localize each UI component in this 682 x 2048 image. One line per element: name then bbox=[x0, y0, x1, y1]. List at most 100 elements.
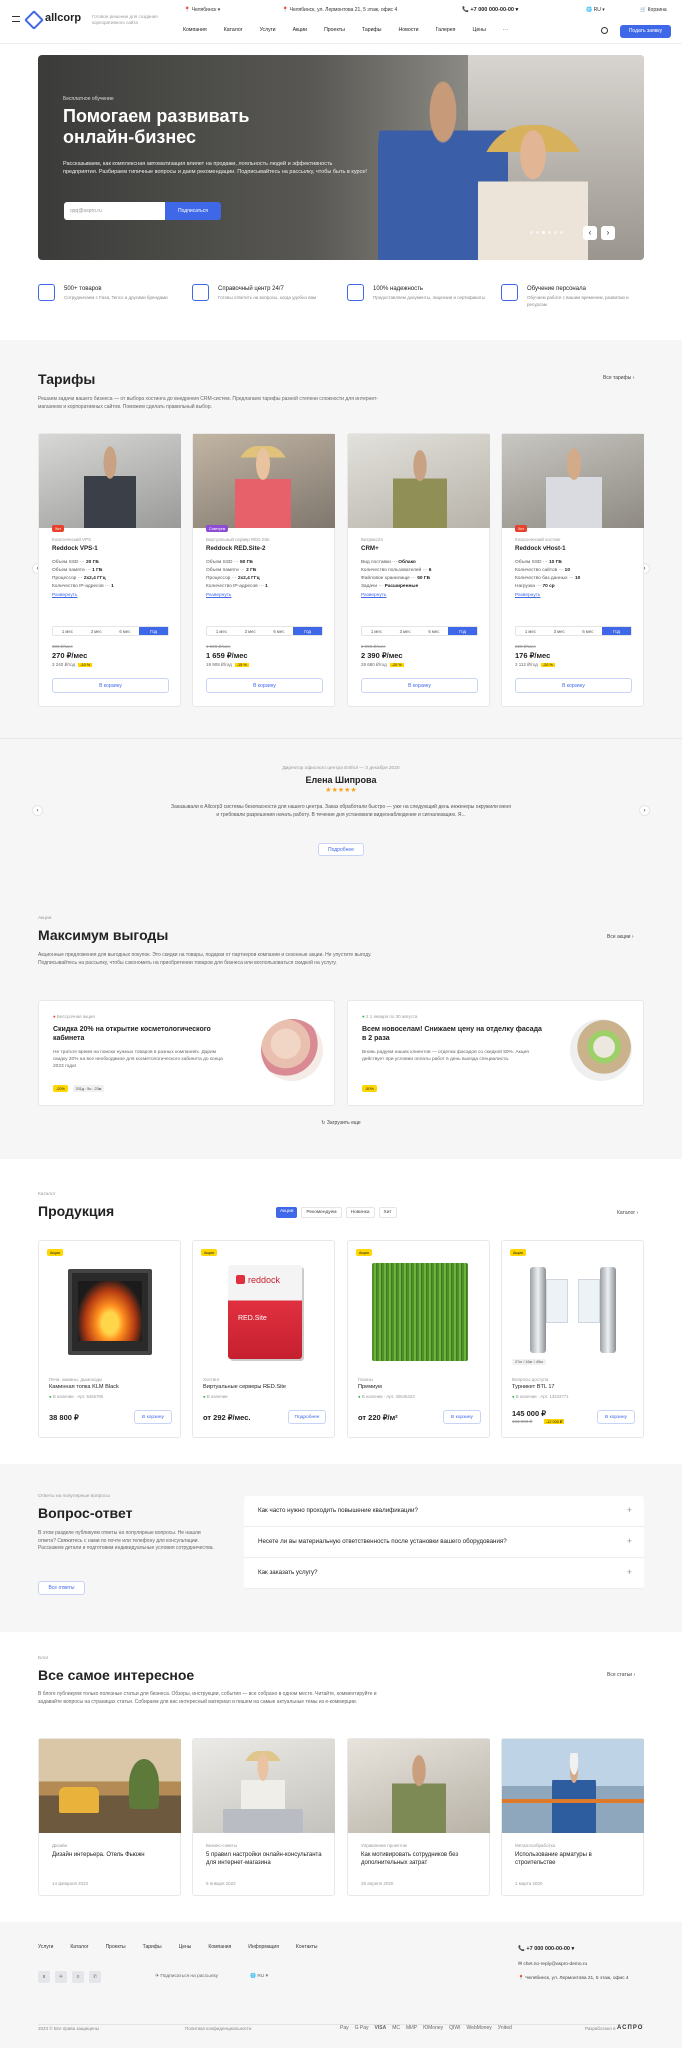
period-option[interactable]: 1 мес bbox=[516, 627, 545, 635]
period-option[interactable]: 6 мес bbox=[265, 627, 294, 635]
product-card[interactable]: Акция reddock RED.Site Хостинг Виртуальн… bbox=[192, 1240, 335, 1438]
expand-link[interactable]: Развернуть bbox=[52, 593, 77, 598]
nav-item[interactable]: Цены bbox=[473, 27, 486, 37]
add-to-cart-button[interactable]: В корзину bbox=[361, 678, 478, 693]
request-button[interactable]: Подать заявку bbox=[620, 25, 671, 38]
promo-card[interactable]: ● Бессрочная акция Скидка 20% на открыти… bbox=[38, 1000, 335, 1106]
tariff-card[interactable]: Хит Классический VPS Reddock VPS-1 Объем… bbox=[38, 433, 181, 707]
period-option[interactable]: 1 мес bbox=[362, 627, 391, 635]
promo-title[interactable]: Всем новоселам! Снижаем цену на отделку … bbox=[362, 1025, 542, 1043]
promo-card[interactable]: ● 2 1 января по 30 августа Всем новосела… bbox=[347, 1000, 644, 1106]
tariff-name[interactable]: Reddock RED.Site-2 bbox=[206, 545, 265, 552]
logo[interactable]: allcorp bbox=[45, 12, 81, 24]
subscribe-button[interactable]: Подписаться bbox=[165, 202, 221, 220]
footer-phone[interactable]: 📞 +7 000 000-00-00 ▾ bbox=[518, 1946, 574, 1952]
add-to-cart-button[interactable]: В корзину bbox=[443, 1410, 481, 1424]
nav-item[interactable]: Проекты bbox=[324, 27, 345, 37]
all-tariffs-link[interactable]: Все тарифы › bbox=[603, 375, 634, 381]
blog-card[interactable]: Дизайн Дизайн интерьера. Отель Фьюжн 14 … bbox=[38, 1738, 181, 1896]
period-option[interactable]: 6 мес bbox=[574, 627, 603, 635]
product-card[interactable]: Акция Печи, камины, дымоходы Каминная то… bbox=[38, 1240, 181, 1438]
period-option-active[interactable]: Год bbox=[293, 627, 322, 635]
menu-icon[interactable] bbox=[12, 16, 20, 22]
whatsapp-icon[interactable]: ✆ bbox=[89, 1971, 101, 1983]
load-more-button[interactable]: ↻ Загрузить еще bbox=[0, 1120, 682, 1126]
add-to-cart-button[interactable]: В корзину bbox=[134, 1410, 172, 1424]
product-card[interactable]: Акция Газоны Премиум ● В наличии · Арт. … bbox=[347, 1240, 490, 1438]
faq-item[interactable]: Как заказать услугу? + bbox=[244, 1558, 644, 1589]
all-promos-link[interactable]: Все акции › bbox=[607, 934, 634, 940]
faq-item[interactable]: Несете ли вы материальную ответственност… bbox=[244, 1527, 644, 1558]
product-card[interactable]: Акция 27кг / 16кг / 49кг Вопросы доступа… bbox=[501, 1240, 644, 1438]
blog-card[interactable]: Управление проектом Как мотивировать сот… bbox=[347, 1738, 490, 1896]
slider-dot-active[interactable] bbox=[542, 231, 545, 234]
tab-hit[interactable]: Хит bbox=[378, 1207, 397, 1218]
period-option[interactable]: 6 мес bbox=[420, 627, 449, 635]
period-option[interactable]: 3 мес bbox=[236, 627, 265, 635]
slider-dot[interactable] bbox=[530, 231, 533, 234]
slider-dot[interactable] bbox=[554, 231, 557, 234]
period-option[interactable]: 6 мес bbox=[111, 627, 140, 635]
footer-link[interactable]: Тарифы bbox=[143, 1944, 162, 1950]
privacy-link[interactable]: Политика конфиденциальности bbox=[185, 2026, 251, 2031]
period-option-active[interactable]: Год bbox=[448, 627, 477, 635]
cart-link[interactable]: 🛒 Корзина bbox=[640, 7, 667, 13]
faq-item[interactable]: Как часто нужно проходить повышение квал… bbox=[244, 1496, 644, 1527]
tab-new[interactable]: Новинка bbox=[345, 1207, 375, 1218]
period-option-active[interactable]: Год bbox=[139, 627, 168, 635]
blog-title-link[interactable]: Дизайн интерьера. Отель Фьюжн bbox=[52, 1851, 170, 1859]
ok-icon[interactable]: о bbox=[72, 1971, 84, 1983]
search-icon[interactable] bbox=[601, 27, 608, 34]
footer-link[interactable]: Каталог bbox=[70, 1944, 88, 1950]
slider-dot[interactable] bbox=[536, 231, 539, 234]
catalog-link[interactable]: Каталог › bbox=[617, 1210, 638, 1216]
footer-link[interactable]: Информация bbox=[248, 1944, 279, 1950]
product-name[interactable]: Премиум bbox=[358, 1384, 382, 1390]
period-option[interactable]: 1 мес bbox=[207, 627, 236, 635]
nav-item[interactable]: Услуги bbox=[260, 27, 276, 37]
vk-icon[interactable]: в bbox=[38, 1971, 50, 1983]
review-more-button[interactable]: Подробнее bbox=[318, 843, 364, 856]
all-articles-link[interactable]: Все статьи › bbox=[607, 1672, 635, 1678]
expand-link[interactable]: Развернуть bbox=[515, 593, 540, 598]
nav-item[interactable]: Компания bbox=[183, 27, 207, 37]
expand-link[interactable]: Развернуть bbox=[206, 593, 231, 598]
footer-email[interactable]: ✉ chet.no-reply@aspro-demo.ru bbox=[518, 1962, 587, 1967]
period-option-active[interactable]: Год bbox=[602, 627, 631, 635]
add-to-cart-button[interactable]: В корзину bbox=[515, 678, 632, 693]
promo-title[interactable]: Скидка 20% на открытие косметологическог… bbox=[53, 1025, 228, 1043]
slider-dot[interactable] bbox=[560, 231, 563, 234]
period-option[interactable]: 3 мес bbox=[82, 627, 111, 635]
nav-item[interactable]: Новости bbox=[399, 27, 419, 37]
add-to-cart-button[interactable]: В корзину bbox=[597, 1410, 635, 1424]
tariff-card[interactable]: Хит Классический хостинг Reddock vHost-1… bbox=[501, 433, 644, 707]
footer-link[interactable]: Контакты bbox=[296, 1944, 318, 1950]
all-answers-button[interactable]: Все ответы bbox=[38, 1581, 85, 1595]
slider-dot[interactable] bbox=[548, 231, 551, 234]
hero-next-arrow[interactable]: › bbox=[601, 226, 615, 240]
add-to-cart-button[interactable]: В корзину bbox=[52, 678, 169, 693]
tariff-name[interactable]: Reddock vHost-1 bbox=[515, 545, 566, 552]
add-to-cart-button[interactable]: В корзину bbox=[206, 678, 323, 693]
footer-link[interactable]: Проекты bbox=[106, 1944, 126, 1950]
nav-item[interactable]: Каталог bbox=[224, 27, 243, 37]
email-input[interactable]: qqq@aspro.ru bbox=[64, 202, 166, 220]
telegram-icon[interactable]: ✈ bbox=[55, 1971, 67, 1983]
expand-link[interactable]: Развернуть bbox=[361, 593, 386, 598]
period-option[interactable]: 1 мес bbox=[53, 627, 82, 635]
language-selector[interactable]: 🌐 RU ▾ bbox=[586, 7, 605, 13]
hero-prev-arrow[interactable]: ‹ bbox=[583, 226, 597, 240]
details-button[interactable]: Подробнее bbox=[288, 1410, 326, 1424]
period-option[interactable]: 3 мес bbox=[391, 627, 420, 635]
phone[interactable]: 📞 +7 000 000-00-00 ▾ bbox=[462, 7, 518, 13]
nav-item[interactable]: Галерея bbox=[436, 27, 456, 37]
blog-title-link[interactable]: Как мотивировать сотрудников без дополни… bbox=[361, 1851, 479, 1867]
tariff-card[interactable]: Советуем Виртуальный сервер RED.Site Red… bbox=[192, 433, 335, 707]
period-option[interactable]: 3 мес bbox=[545, 627, 574, 635]
product-name[interactable]: Каминная топка KLM Black bbox=[49, 1384, 119, 1390]
footer-link[interactable]: Компания bbox=[208, 1944, 231, 1950]
nav-more[interactable]: ··· bbox=[503, 27, 508, 37]
review-prev-arrow[interactable]: ‹ bbox=[32, 805, 43, 816]
review-next-arrow[interactable]: › bbox=[639, 805, 650, 816]
blog-title-link[interactable]: Использование арматуры в строительстве bbox=[515, 1851, 633, 1867]
